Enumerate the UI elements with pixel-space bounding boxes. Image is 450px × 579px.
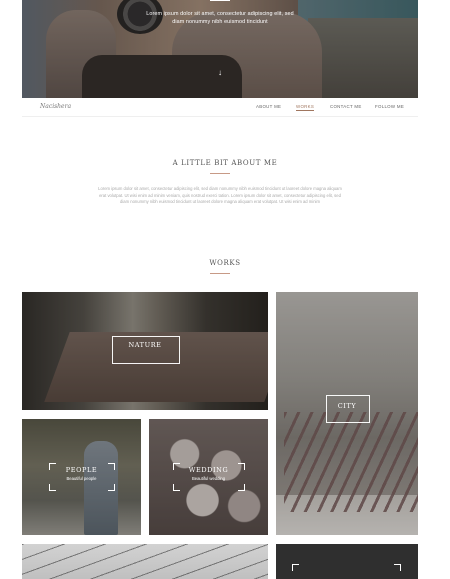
gallery-tile-wedding[interactable]: WEDDING Beautiful wedding [149,419,268,535]
hero-text: Lorem ipsum dolor sit amet, consectetur … [22,11,418,26]
nav-item-about-me[interactable]: ABOUT ME [256,104,281,109]
gallery-tile-bridge[interactable] [22,544,268,579]
logo[interactable]: Nacishera [40,103,71,110]
hero-image: Lorem ipsum dolor sit amet, consectetur … [22,0,418,98]
gallery-tile-city[interactable]: CITY [276,292,418,535]
tile-title-wedding: WEDDING [188,466,229,474]
nav-item-follow-me[interactable]: FOLLOW ME [375,104,404,109]
works-title: WORKS [209,259,241,267]
gallery-tile-nature[interactable]: NATURE [22,292,268,410]
gallery-tile-people[interactable]: PEOPLE Beautiful people [22,419,141,535]
top-navigation: Nacishera ABOUT ME WORKS CONTACT ME FOLL… [22,98,418,117]
about-text: Lorem ipsum dolor sit amet, consectetur … [98,186,342,205]
portfolio-page: Lorem ipsum dolor sit amet, consectetur … [0,0,450,579]
hero-divider [210,0,230,1]
scroll-down-arrow-icon[interactable]: ↓ [215,68,225,78]
nav-item-contact-me[interactable]: CONTACT ME [330,104,362,109]
tile-title-people: PEOPLE [65,466,98,474]
nav-item-works[interactable]: WORKS [296,104,315,111]
bridge-cables-graphic [22,544,268,579]
hero-text-line-1: Lorem ipsum dolor sit amet, consectetur … [146,11,294,17]
gallery-tile-portrait[interactable] [276,544,418,579]
tile-title-nature: NATURE [128,341,162,349]
tile-title-city: CITY [337,402,357,410]
about-title-rule [210,173,230,174]
works-title-rule [210,273,230,274]
hero-text-line-2: diam nonummy nibh euismod tincidunt [172,18,268,25]
tile-subtitle-wedding: Beautiful wedding [191,476,226,481]
about-title: A LITTLE BIT ABOUT ME [172,159,278,167]
tile-subtitle-people: Beautiful people [66,476,97,481]
